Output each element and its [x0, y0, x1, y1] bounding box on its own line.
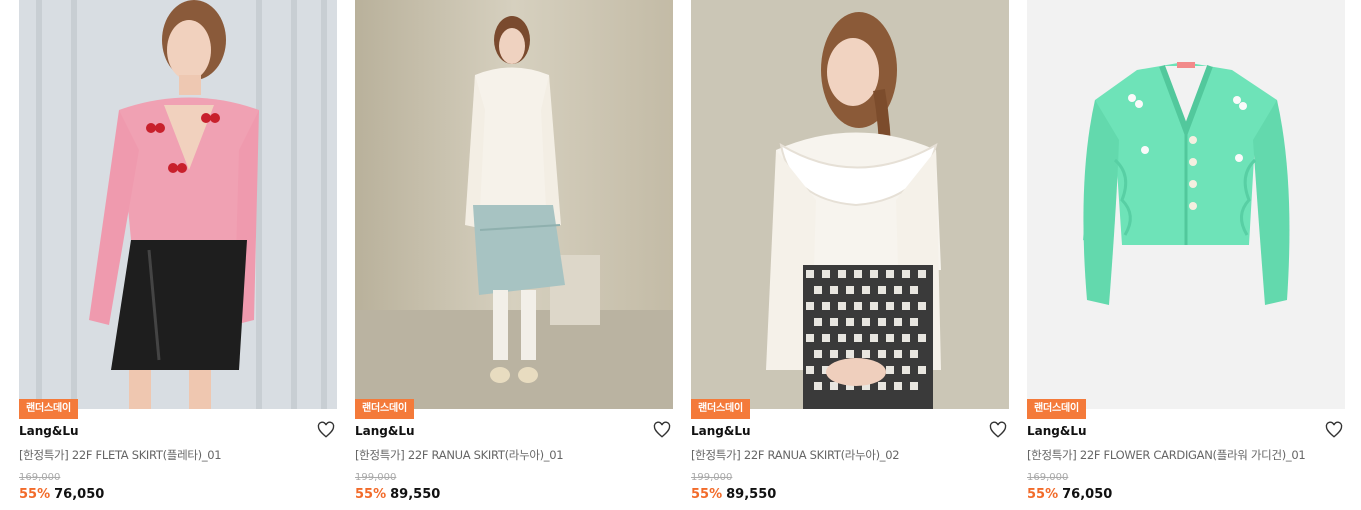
brand-name[interactable]: Lang&Lu: [1027, 424, 1087, 438]
brand-name[interactable]: Lang&Lu: [355, 424, 415, 438]
sale-price: 89,550: [390, 487, 441, 502]
original-price: 169,000: [1027, 472, 1069, 483]
product-name[interactable]: [한정특가] 22F RANUA SKIRT(라누아)_02: [691, 447, 1009, 463]
product-grid: 랜더스데이 Lang&Lu [한정특가] 22F FLETA SKIRT(플레타…: [0, 0, 1361, 510]
promo-badge: 랜더스데이: [355, 399, 414, 419]
sale-price: 89,550: [726, 487, 777, 502]
heart-icon[interactable]: [653, 421, 671, 439]
product-card[interactable]: 랜더스데이 Lang&Lu [한정특가] 22F RANUA SKIRT(라누아…: [355, 0, 673, 510]
price-row: 55% 76,050: [19, 487, 104, 502]
heart-icon[interactable]: [317, 421, 335, 439]
product-name[interactable]: [한정특가] 22F FLETA SKIRT(플레타)_01: [19, 447, 337, 463]
promo-badge: 랜더스데이: [691, 399, 750, 419]
brand-name[interactable]: Lang&Lu: [691, 424, 751, 438]
price-row: 55% 89,550: [355, 487, 440, 502]
original-price: 199,000: [691, 472, 733, 483]
product-card[interactable]: 랜더스데이 Lang&Lu [한정특가] 22F RANUA SKIRT(라누아…: [691, 0, 1009, 510]
product-name[interactable]: [한정특가] 22F FLOWER CARDIGAN(플라워 가디건)_01: [1027, 447, 1345, 463]
discount-rate: 55%: [19, 487, 51, 502]
discount-rate: 55%: [355, 487, 387, 502]
sale-price: 76,050: [54, 487, 105, 502]
product-image[interactable]: [19, 0, 337, 409]
product-image[interactable]: [355, 0, 673, 409]
product-name[interactable]: [한정특가] 22F RANUA SKIRT(라누아)_01: [355, 447, 673, 463]
heart-icon[interactable]: [989, 421, 1007, 439]
brand-name[interactable]: Lang&Lu: [19, 424, 79, 438]
price-row: 55% 89,550: [691, 487, 776, 502]
price-row: 55% 76,050: [1027, 487, 1112, 502]
promo-badge: 랜더스데이: [1027, 399, 1086, 419]
heart-icon[interactable]: [1325, 421, 1343, 439]
discount-rate: 55%: [691, 487, 723, 502]
promo-badge: 랜더스데이: [19, 399, 78, 419]
product-image[interactable]: [1027, 0, 1345, 409]
discount-rate: 55%: [1027, 487, 1059, 502]
sale-price: 76,050: [1062, 487, 1113, 502]
product-card[interactable]: 랜더스데이 Lang&Lu [한정특가] 22F FLOWER CARDIGAN…: [1027, 0, 1345, 510]
product-card[interactable]: 랜더스데이 Lang&Lu [한정특가] 22F FLETA SKIRT(플레타…: [19, 0, 337, 510]
original-price: 169,000: [19, 472, 61, 483]
product-image[interactable]: [691, 0, 1009, 409]
original-price: 199,000: [355, 472, 397, 483]
